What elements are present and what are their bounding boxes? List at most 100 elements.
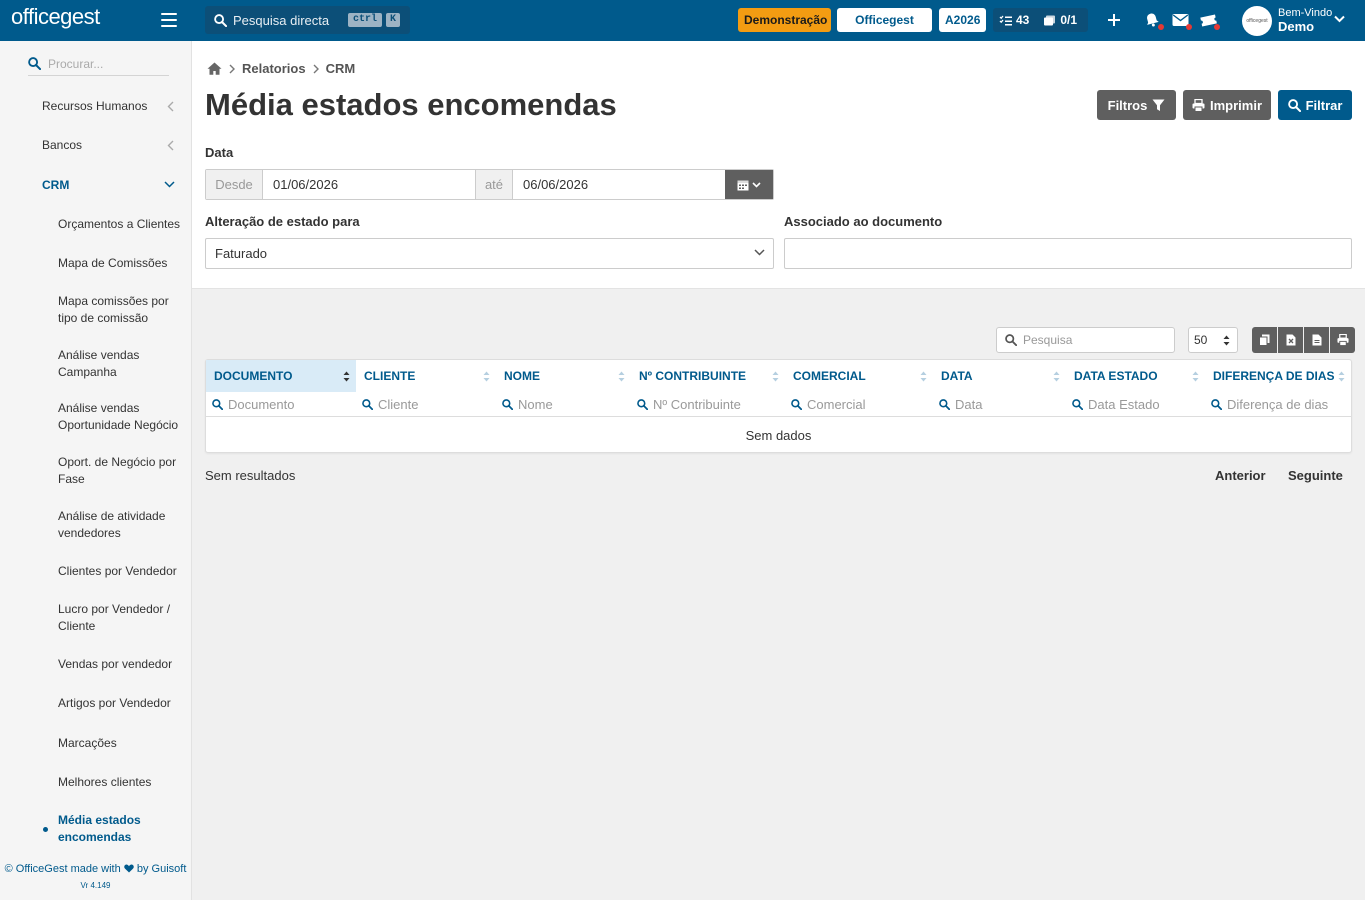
notification-dot: [1158, 24, 1164, 30]
sidebar-item-label: Recursos Humanos: [42, 99, 148, 113]
sidebar-item-analise-vendas-oportunidade[interactable]: Análise vendas Oportunidade Negócio: [58, 400, 191, 434]
sidebar-item-artigos-vendedor[interactable]: Artigos por Vendedor: [58, 695, 191, 712]
sidebar-item-clientes-vendedor[interactable]: Clientes por Vendedor: [58, 563, 191, 580]
page-size-select[interactable]: 50: [1188, 327, 1238, 353]
sidebar-item-lucro-vendedor-cliente[interactable]: Lucro por Vendedor / Cliente: [58, 601, 191, 635]
print-button[interactable]: Imprimir: [1183, 90, 1271, 120]
next-page-button[interactable]: Seguinte: [1288, 468, 1343, 483]
search-icon: [1072, 398, 1083, 410]
to-date-input[interactable]: 06/06/2026: [513, 170, 725, 199]
search-icon: [212, 398, 223, 410]
avatar[interactable]: officegest: [1242, 6, 1272, 36]
column-header-contribuinte[interactable]: Nº CONTRIBUINTE: [631, 360, 785, 392]
excel-button[interactable]: [1278, 327, 1303, 353]
sort-arrows-icon: [1223, 335, 1230, 346]
column-header-label: DATA ESTADO: [1074, 369, 1158, 383]
filter-contribuinte-input[interactable]: Nº Contribuinte: [631, 392, 785, 417]
demo-badge[interactable]: Demonstração: [738, 8, 831, 32]
filter-documento-input[interactable]: Documento: [206, 392, 356, 417]
fiscal-year-badge[interactable]: A2026: [939, 8, 986, 32]
menu-toggle-icon[interactable]: [161, 13, 177, 27]
search-icon: [28, 57, 41, 70]
company-badge[interactable]: Officegest Lda.: [837, 8, 932, 51]
filter-data-estado-input[interactable]: Data Estado: [1066, 392, 1205, 417]
print-button-label: Imprimir: [1209, 97, 1262, 113]
column-header-data[interactable]: DATA: [933, 360, 1066, 392]
column-header-label: CLIENTE: [364, 369, 416, 383]
column-header-comercial[interactable]: COMERCIAL: [785, 360, 933, 392]
documents-icon: [1044, 15, 1056, 25]
chevron-down-icon[interactable]: [1334, 15, 1345, 23]
column-header-documento[interactable]: DOCUMENTO: [206, 360, 356, 392]
documents-count: 0/1: [1060, 13, 1078, 27]
filters-button-label: Filtros: [1107, 97, 1148, 113]
add-icon[interactable]: [1106, 12, 1124, 30]
sidebar-item-marcacoes[interactable]: Marcações: [58, 735, 191, 752]
to-addon: até: [475, 170, 513, 199]
sidebar-item-vendas-vendedor[interactable]: Vendas por vendedor: [58, 656, 191, 673]
filter-cliente-input[interactable]: Cliente: [356, 392, 496, 417]
column-header-nome[interactable]: NOME: [496, 360, 631, 392]
status-change-select[interactable]: Faturado: [205, 238, 774, 269]
calendar-button[interactable]: [725, 170, 773, 199]
pdf-button[interactable]: [1304, 327, 1329, 353]
bell-icon[interactable]: [1144, 12, 1164, 30]
table-search-input[interactable]: Pesquisa: [996, 327, 1175, 353]
export-buttons: [1252, 327, 1355, 353]
from-date-input[interactable]: 01/06/2026: [263, 170, 475, 199]
filter-comercial-input[interactable]: Comercial: [785, 392, 933, 417]
mail-icon[interactable]: [1172, 12, 1192, 30]
filter-data-input[interactable]: Data: [933, 392, 1066, 417]
sidebar-item-orcamentos-clientes[interactable]: Orçamentos a Clientes: [58, 216, 191, 233]
shortcut-key-ctrl: ctrl: [348, 13, 382, 27]
column-header-label: DIFERENÇA DE DIAS: [1213, 369, 1335, 383]
previous-page-button[interactable]: Anterior: [1215, 468, 1266, 483]
filter-nome-input[interactable]: Nome: [496, 392, 631, 417]
column-header-label: NOME: [504, 369, 540, 383]
breadcrumb: Relatorios CRM: [207, 61, 355, 76]
filter-placeholder: Cliente: [378, 396, 419, 412]
sidebar-item-media-estados-encomendas[interactable]: Média estados encomendas: [58, 812, 191, 846]
print-table-button[interactable]: [1330, 327, 1355, 353]
breadcrumb-item[interactable]: Relatorios: [242, 61, 306, 76]
search-icon: [1211, 398, 1222, 410]
quick-search-label: Pesquisa directa: [233, 12, 330, 28]
ticket-icon[interactable]: [1200, 12, 1220, 30]
copy-button[interactable]: [1252, 327, 1277, 353]
filters-button[interactable]: Filtros: [1097, 90, 1176, 120]
sidebar-search-input[interactable]: Procurar...: [28, 52, 169, 76]
chevron-down-icon: [754, 249, 765, 256]
sidebar-item-analise-atividade-vendedores[interactable]: Análise de atividade vendedores: [58, 508, 191, 542]
sidebar-item-melhores-clientes[interactable]: Melhores clientes: [58, 774, 191, 791]
sidebar-item-oport-negocio-fase[interactable]: Oport. de Negócio por Fase: [58, 454, 191, 488]
ticket-dot: [1214, 24, 1220, 30]
sort-icon: [920, 371, 927, 382]
home-icon[interactable]: [207, 62, 222, 75]
table-search-placeholder: Pesquisa: [1023, 333, 1073, 347]
filter-placeholder: Diferença de dias: [1227, 396, 1329, 412]
user-welcome[interactable]: Bem-Vindo Demo: [1278, 7, 1332, 34]
column-header-label: COMERCIAL: [793, 369, 866, 383]
search-icon: [939, 398, 950, 410]
counters-badge[interactable]: 43 0/1: [993, 8, 1088, 32]
sort-icon: [772, 371, 779, 382]
filter-button[interactable]: Filtrar: [1278, 90, 1352, 120]
status-change-label: Alteração de estado para: [205, 214, 360, 229]
sort-icon: [343, 371, 350, 382]
app-logo[interactable]: officegest: [11, 4, 100, 30]
sidebar-item-mapa-comissoes-tipo[interactable]: Mapa comissões por tipo de comissão: [58, 293, 191, 327]
column-header-cliente[interactable]: CLIENTE: [356, 360, 496, 392]
filter-diferenca-dias-input[interactable]: Diferença de dias: [1205, 392, 1351, 417]
calendar-icon: [737, 180, 749, 190]
page-title: Média estados encomendas: [205, 87, 617, 122]
breadcrumb-item[interactable]: CRM: [326, 61, 356, 76]
column-header-data-estado[interactable]: DATA ESTADO: [1066, 360, 1205, 392]
active-item-dot: [43, 827, 48, 832]
associated-document-input[interactable]: [784, 238, 1352, 269]
search-icon: [362, 398, 373, 410]
sidebar-item-analise-vendas-campanha[interactable]: Análise vendas Campanha: [58, 347, 191, 381]
sidebar-item-mapa-comissoes[interactable]: Mapa de Comissões: [58, 255, 191, 272]
column-header-diferenca-dias[interactable]: DIFERENÇA DE DIAS: [1205, 360, 1351, 392]
footer-text-right[interactable]: by Guisoft: [137, 863, 187, 875]
quick-search[interactable]: Pesquisa directa ctrl K: [205, 6, 410, 34]
